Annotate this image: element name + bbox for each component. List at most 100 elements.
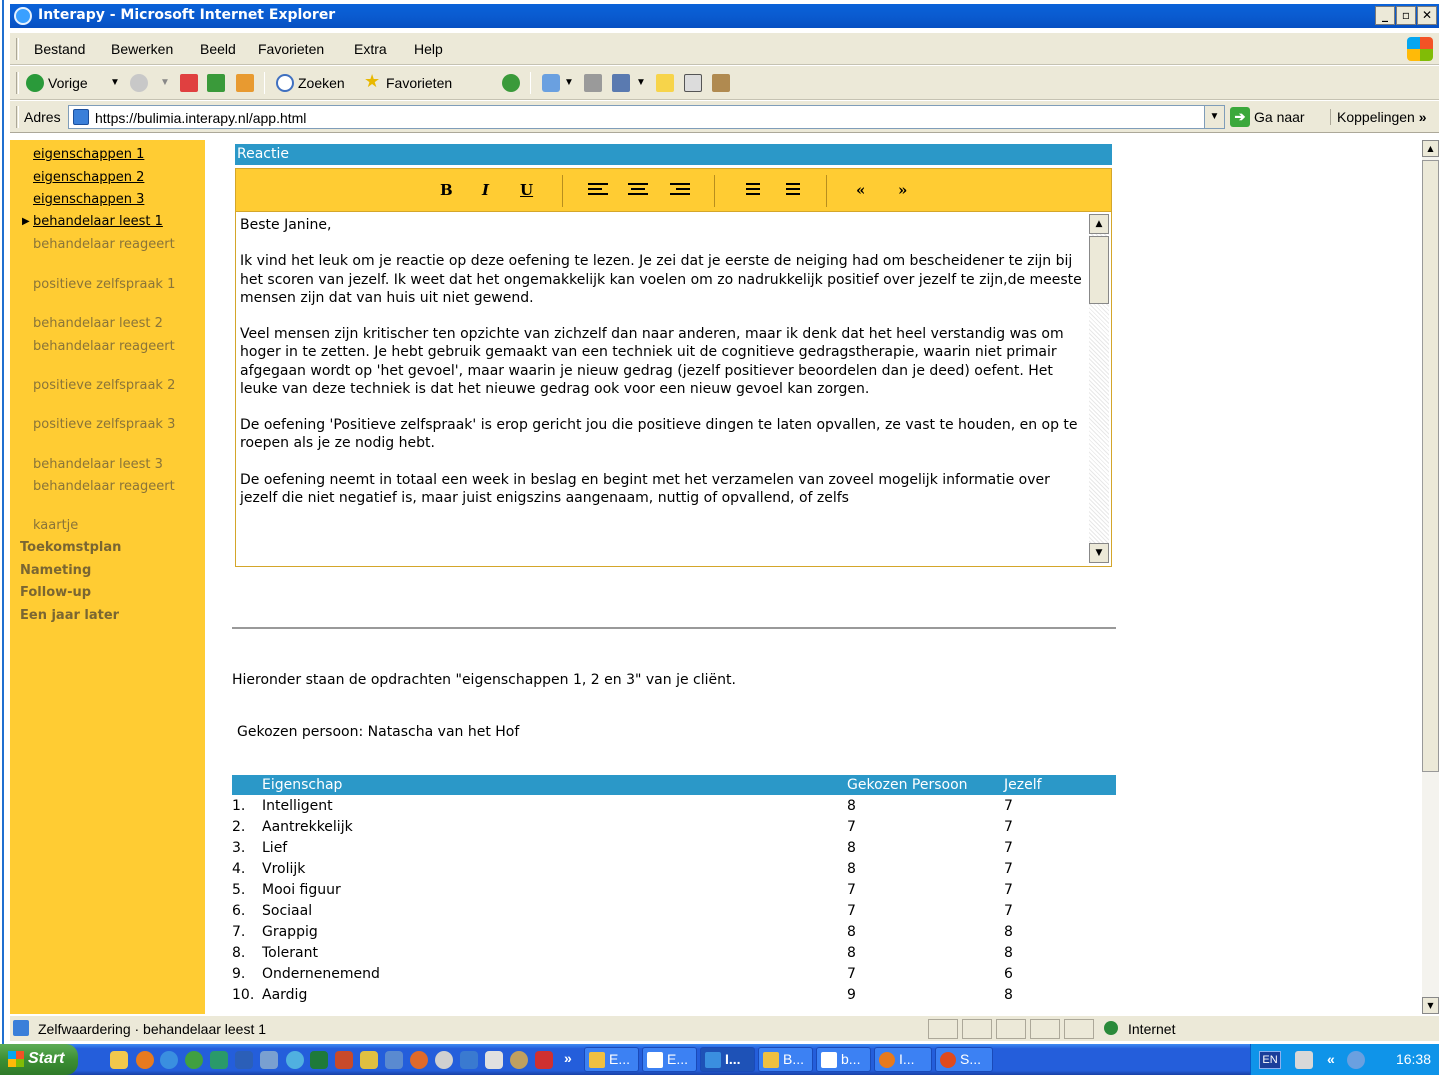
nav-toekomstplan[interactable]: Toekomstplan bbox=[20, 540, 121, 555]
page-scroll-up-icon[interactable]: ▲ bbox=[1422, 140, 1439, 157]
network-tray-icon[interactable] bbox=[1347, 1051, 1365, 1069]
quicklaunch-app5-icon[interactable] bbox=[360, 1051, 378, 1069]
discuss-icon[interactable] bbox=[656, 74, 674, 92]
language-indicator[interactable]: EN bbox=[1259, 1051, 1281, 1069]
address-dropdown-icon[interactable]: ▼ bbox=[1204, 106, 1224, 128]
quicklaunch-app11-icon[interactable] bbox=[510, 1051, 528, 1069]
page-scroll-down-icon[interactable]: ▼ bbox=[1422, 997, 1439, 1014]
addressbar-grip[interactable] bbox=[16, 106, 19, 128]
row-jezelf: 8 bbox=[1004, 924, 1013, 940]
minimize-button[interactable]: _ bbox=[1375, 6, 1395, 25]
menu-grip[interactable] bbox=[16, 38, 19, 60]
task-app[interactable]: S... bbox=[935, 1047, 993, 1072]
quicklaunch-more-icon[interactable]: » bbox=[564, 1050, 572, 1066]
quicklaunch-app4-icon[interactable] bbox=[286, 1051, 304, 1069]
refresh-icon[interactable] bbox=[207, 74, 225, 92]
quicklaunch-app-icon[interactable] bbox=[185, 1051, 203, 1069]
search-icon[interactable] bbox=[276, 74, 294, 92]
menu-help[interactable]: Help bbox=[414, 41, 443, 57]
research-icon[interactable] bbox=[712, 74, 730, 92]
task-explorer-2[interactable]: B... bbox=[758, 1047, 813, 1072]
quicklaunch-ppt-icon[interactable] bbox=[335, 1051, 353, 1069]
menu-bewerken[interactable]: Bewerken bbox=[111, 41, 173, 57]
maximize-button[interactable]: ▫ bbox=[1396, 6, 1416, 25]
back-dropdown-icon[interactable]: ▼ bbox=[110, 77, 120, 88]
search-button-label[interactable]: Zoeken bbox=[298, 75, 345, 91]
edit-dropdown-icon[interactable]: ▼ bbox=[636, 77, 646, 88]
forward-icon[interactable] bbox=[130, 74, 148, 92]
close-button[interactable]: ✕ bbox=[1417, 6, 1437, 25]
links-toolbar[interactable]: Koppelingen » bbox=[1330, 109, 1427, 125]
menu-favorieten[interactable]: Favorieten bbox=[258, 41, 324, 57]
address-input[interactable]: https://bulimia.interapy.nl/app.html ▼ bbox=[68, 105, 1225, 129]
stop-icon[interactable] bbox=[180, 74, 198, 92]
quicklaunch-ie-icon[interactable] bbox=[160, 1051, 178, 1069]
favorites-star-icon[interactable]: ★ bbox=[364, 71, 380, 92]
editor-scrollbar[interactable]: ▲ ▼ bbox=[1089, 214, 1109, 563]
editor-scroll-thumb[interactable] bbox=[1089, 236, 1109, 304]
reactie-textarea[interactable]: Beste Janine, Ik vind het leuk om je rea… bbox=[235, 212, 1112, 567]
quicklaunch-app3-icon[interactable] bbox=[260, 1051, 278, 1069]
clock[interactable]: 16:38 bbox=[1396, 1051, 1431, 1067]
page-scroll-thumb[interactable] bbox=[1422, 160, 1439, 772]
ordered-list-icon[interactable] bbox=[740, 183, 760, 199]
nav-behandelaar-leest-1[interactable]: behandelaar leest 1 bbox=[33, 213, 198, 230]
underline-button[interactable]: U bbox=[520, 181, 533, 199]
favorites-button-label[interactable]: Favorieten bbox=[386, 75, 452, 91]
task-word-2[interactable]: b... bbox=[816, 1047, 871, 1072]
start-button[interactable]: Start bbox=[0, 1044, 78, 1075]
outdent-button[interactable]: « bbox=[856, 181, 865, 199]
address-url[interactable]: https://bulimia.interapy.nl/app.html bbox=[95, 110, 306, 126]
back-button-label[interactable]: Vorige bbox=[48, 75, 88, 91]
unordered-list-icon[interactable] bbox=[780, 183, 800, 199]
tray-expand-icon[interactable]: « bbox=[1327, 1051, 1345, 1069]
bold-button[interactable]: B bbox=[440, 181, 453, 199]
align-right-icon[interactable] bbox=[670, 183, 690, 199]
quicklaunch-app6-icon[interactable] bbox=[385, 1051, 403, 1069]
editor-scroll-up-icon[interactable]: ▲ bbox=[1089, 214, 1109, 234]
quicklaunch-app8-icon[interactable] bbox=[435, 1051, 453, 1069]
quicklaunch-app7-icon[interactable] bbox=[410, 1051, 428, 1069]
back-icon[interactable] bbox=[26, 74, 44, 92]
nav-follow-up[interactable]: Follow-up bbox=[20, 585, 91, 600]
quicklaunch-excel-icon[interactable] bbox=[310, 1051, 328, 1069]
title-bar[interactable]: Interapy - Microsoft Internet Explorer _… bbox=[10, 4, 1439, 28]
menu-extra[interactable]: Extra bbox=[354, 41, 387, 57]
print-icon[interactable] bbox=[584, 74, 602, 92]
table-row: 8. Tolerant 8 8 bbox=[232, 943, 1116, 964]
editor-scroll-down-icon[interactable]: ▼ bbox=[1089, 543, 1109, 563]
toolbar-grip[interactable] bbox=[16, 72, 19, 94]
reactie-text[interactable]: Beste Janine, Ik vind het leuk om je rea… bbox=[240, 216, 1085, 507]
quicklaunch-word-icon[interactable] bbox=[235, 1051, 253, 1069]
mail-icon[interactable] bbox=[542, 74, 560, 92]
task-explorer-1[interactable]: E... bbox=[584, 1047, 639, 1072]
nav-eigenschappen-1[interactable]: eigenschappen 1 bbox=[33, 146, 198, 163]
mail-dropdown-icon[interactable]: ▼ bbox=[564, 77, 574, 88]
align-center-icon[interactable] bbox=[628, 183, 648, 199]
italic-button[interactable]: I bbox=[482, 181, 489, 199]
history-icon[interactable] bbox=[502, 74, 520, 92]
nav-nameting[interactable]: Nameting bbox=[20, 563, 91, 578]
messenger-icon[interactable] bbox=[684, 74, 702, 92]
quicklaunch-desktop-icon[interactable] bbox=[110, 1051, 128, 1069]
task-word-1[interactable]: E... bbox=[642, 1047, 697, 1072]
keyboard-tray-icon[interactable] bbox=[1295, 1051, 1313, 1069]
nav-een-jaar-later[interactable]: Een jaar later bbox=[20, 608, 119, 623]
nav-eigenschappen-3[interactable]: eigenschappen 3 bbox=[33, 191, 198, 208]
task-firefox[interactable]: I... bbox=[874, 1047, 932, 1072]
quicklaunch-app12-icon[interactable] bbox=[535, 1051, 553, 1069]
quicklaunch-firefox-icon[interactable] bbox=[136, 1051, 154, 1069]
quicklaunch-app2-icon[interactable] bbox=[210, 1051, 228, 1069]
edit-icon[interactable] bbox=[612, 74, 630, 92]
quicklaunch-app9-icon[interactable] bbox=[460, 1051, 478, 1069]
forward-dropdown-icon[interactable]: ▼ bbox=[160, 77, 170, 88]
nav-eigenschappen-2[interactable]: eigenschappen 2 bbox=[33, 169, 198, 186]
quicklaunch-app10-icon[interactable] bbox=[485, 1051, 503, 1069]
page-scrollbar[interactable]: ▲ ▼ bbox=[1422, 140, 1439, 1014]
align-left-icon[interactable] bbox=[588, 183, 608, 199]
indent-button[interactable]: » bbox=[898, 181, 907, 199]
menu-bestand[interactable]: Bestand bbox=[34, 41, 85, 57]
menu-beeld[interactable]: Beeld bbox=[200, 41, 236, 57]
task-ie-active[interactable]: I... bbox=[700, 1047, 755, 1072]
home-icon[interactable] bbox=[236, 74, 254, 92]
